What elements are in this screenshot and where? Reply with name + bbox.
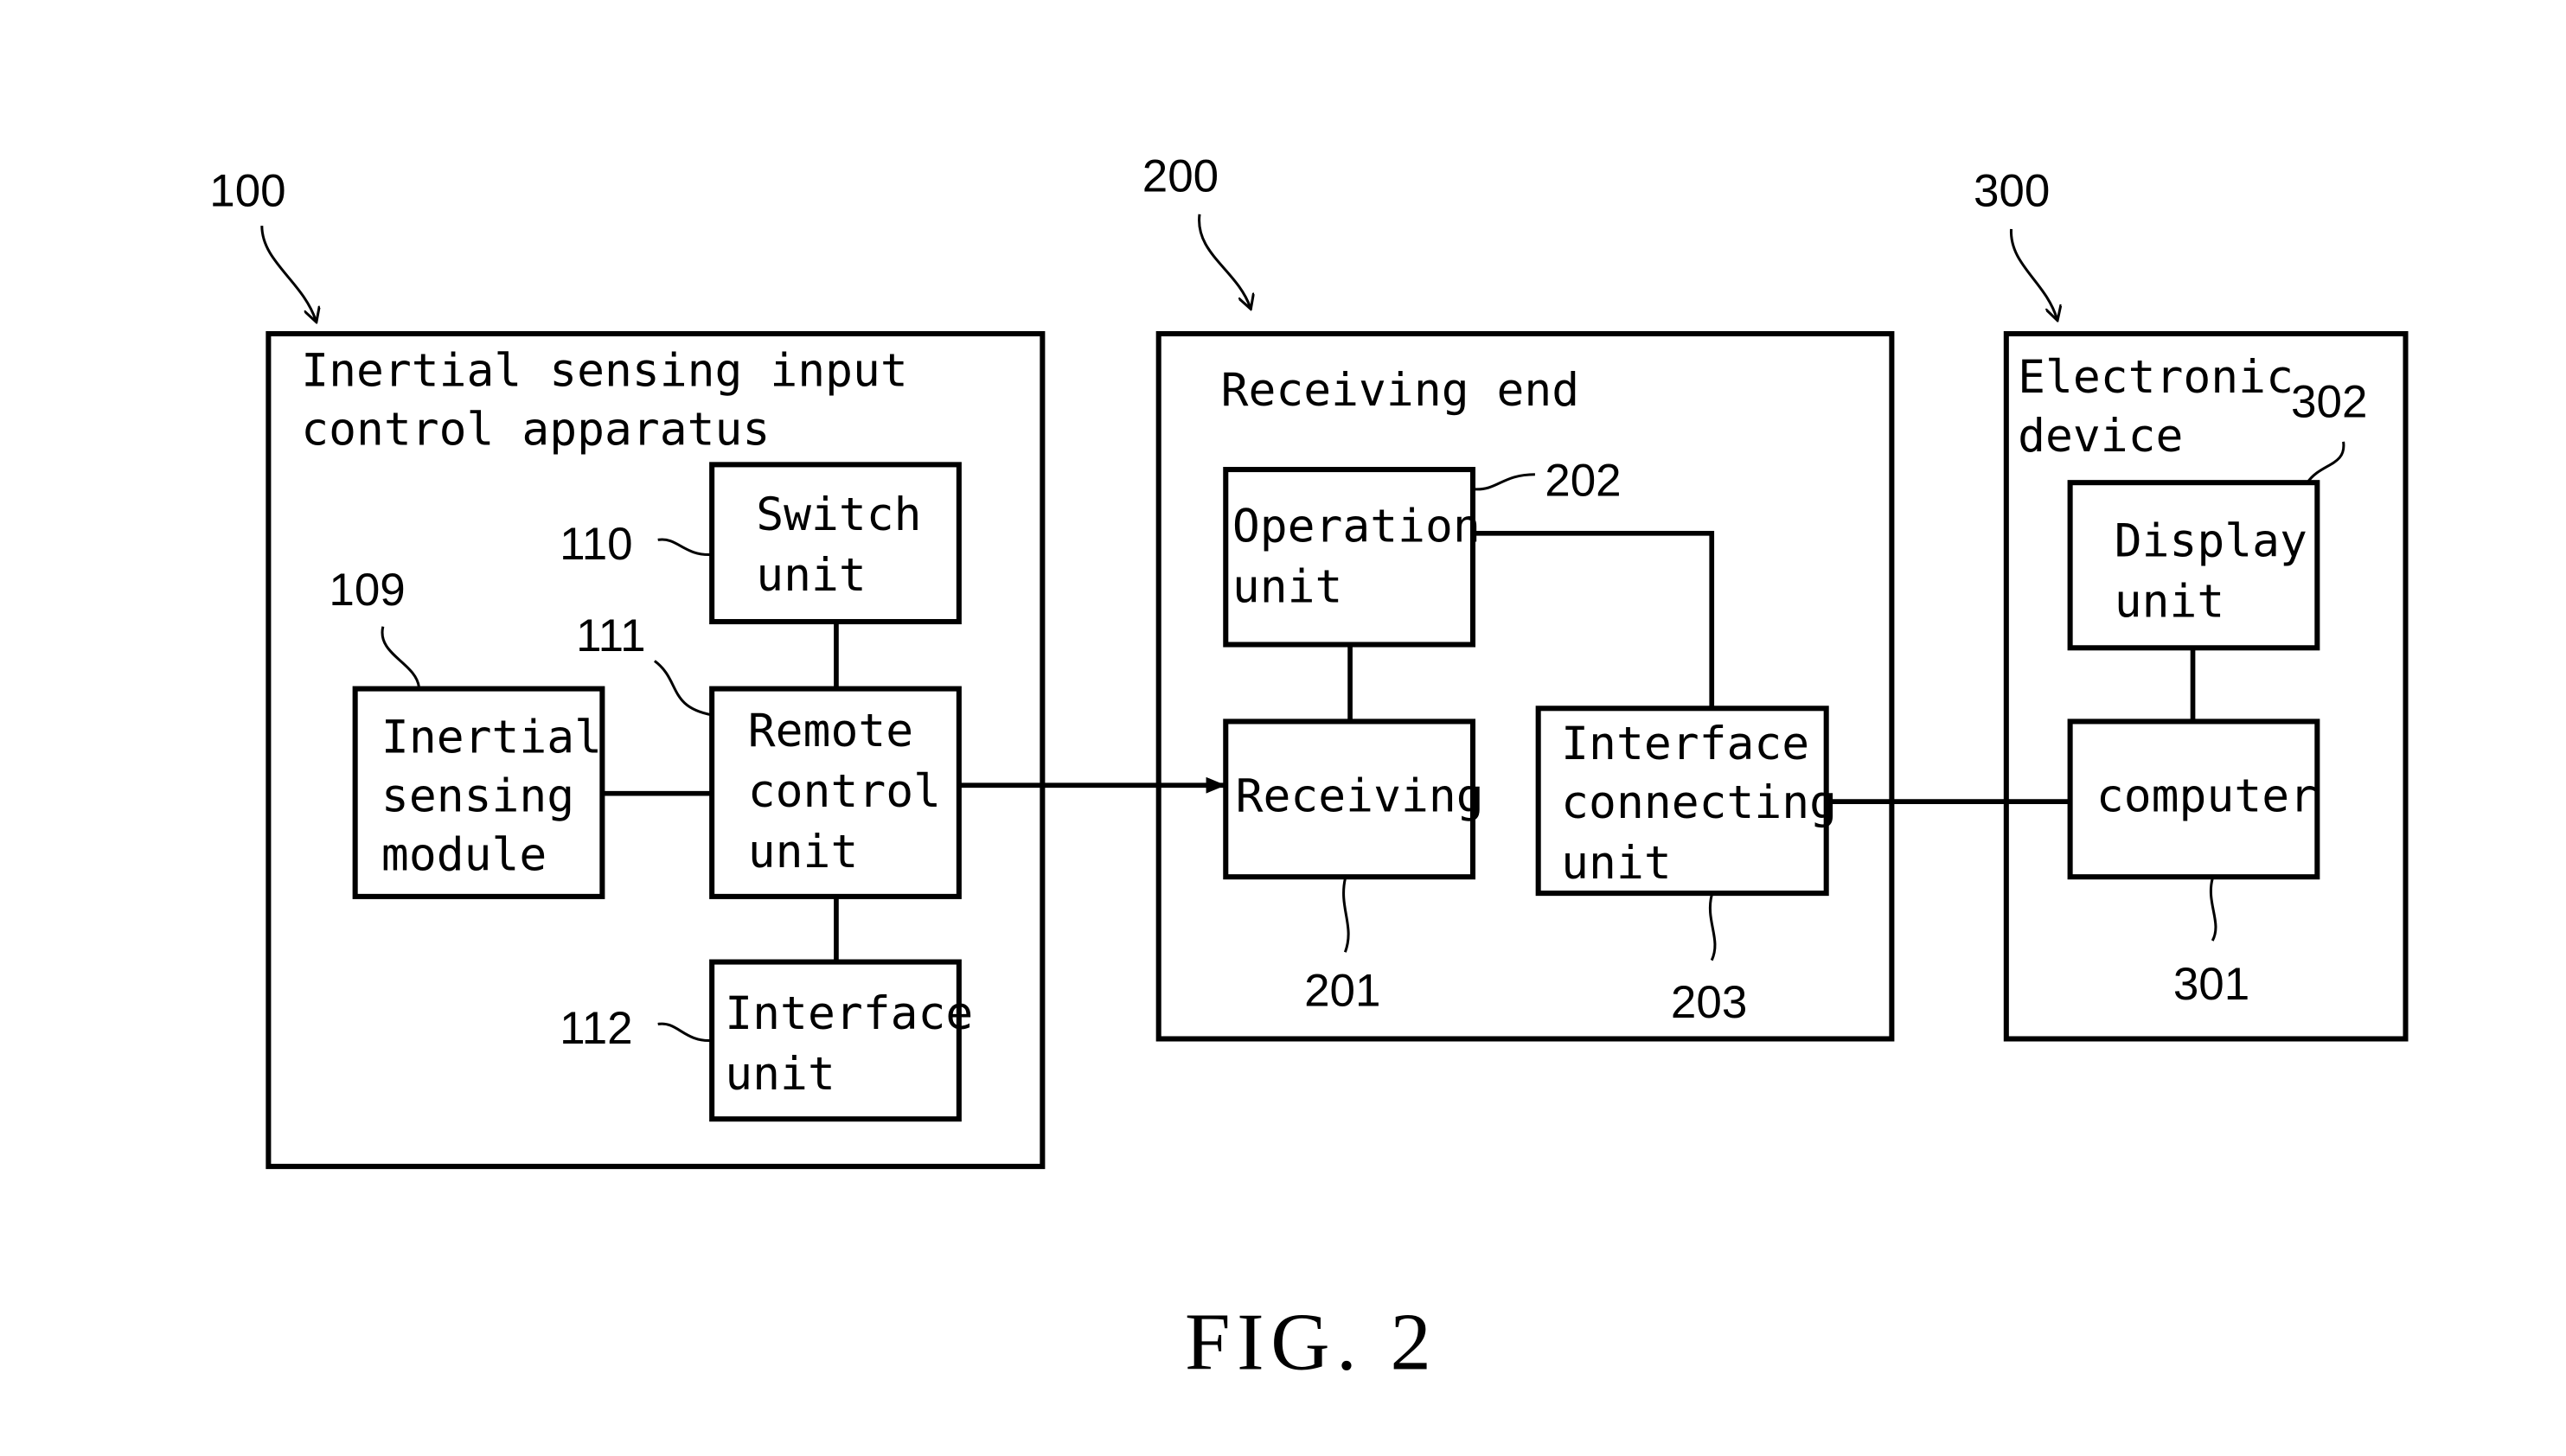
ref-112: 112 [560,1003,632,1054]
ref-arrow-300 [2009,228,2057,319]
ref-203: 203 [1671,977,1747,1028]
ref-201: 201 [1304,966,1380,1017]
receiving-end-frame [1155,330,1895,1042]
interface-connecting-line-2: connecting [1561,776,1837,829]
ref-302: 302 [2291,376,2367,427]
ref-111: 111 [576,610,646,661]
ref-202: 202 [1545,455,1621,506]
inertial-module-line-1: Inertial [381,711,602,763]
ref-lead-302 [2306,441,2345,484]
interface-unit-line-1: Interface [725,987,973,1040]
interface-connecting-line-3: unit [1561,837,1672,890]
ref-110: 110 [560,519,632,570]
computer-line-1: computer [2096,770,2317,822]
wire-operation-interface-connecting [1472,530,1715,709]
switch-unit-line-1: Switch [756,489,921,541]
ref-arrow-100 [260,226,316,321]
inertial-module-line-2: sensing [381,770,574,822]
ref-lead-110 [657,538,713,556]
ref-lead-111 [654,660,713,717]
remote-control-line-3: unit [748,826,859,878]
interface-connecting-line-1: Interface [1561,718,1809,770]
remote-control-line-2: control [748,765,941,818]
ref-lead-201 [1342,878,1350,953]
operation-unit-box [1223,467,1476,648]
apparatus-title-line-2: control apparatus [301,404,770,457]
ref-lead-112 [657,1022,713,1042]
electronic-device-title-line-1: Electronic [2018,351,2294,404]
ref-lead-203 [1708,894,1717,961]
ref-300: 300 [1974,165,2050,216]
display-unit-line-2: unit [2115,575,2225,628]
apparatus-block: 100 Inertial sensing input control appar… [209,165,1046,1170]
inertial-module-line-3: module [381,829,547,882]
operation-unit-line-1: Operation [1232,500,1481,552]
ref-arrow-200 [1198,214,1251,308]
operation-unit-line-2: unit [1232,560,1343,613]
ref-lead-301 [2209,878,2217,942]
ref-301: 301 [2173,959,2249,1010]
remote-control-line-1: Remote [748,705,913,757]
receiving-end-title: Receiving end [1221,364,1580,417]
ref-100: 100 [209,165,285,216]
display-unit-line-1: Display [2115,514,2307,567]
interface-unit-line-2: unit [725,1048,835,1101]
ref-200: 200 [1142,150,1219,201]
apparatus-title-line-1: Inertial sensing input [301,345,908,398]
electronic-device-block: 300 Electronic device Display unit 302 c… [1974,165,2409,1042]
electronic-device-title-line-2: device [2018,410,2183,463]
figure-caption: FIG. 2 [1185,1298,1437,1388]
receiving-end-block: 200 Receiving end Operation unit 202 Rec… [1142,150,1895,1042]
block-diagram: 100 Inertial sensing input control appar… [209,150,2409,1388]
ref-lead-109 [381,626,420,688]
ref-109: 109 [329,565,405,616]
receiving-unit-line-1: Receiving [1236,770,1484,822]
ref-lead-202 [1474,473,1535,491]
switch-unit-line-2: unit [756,549,867,602]
